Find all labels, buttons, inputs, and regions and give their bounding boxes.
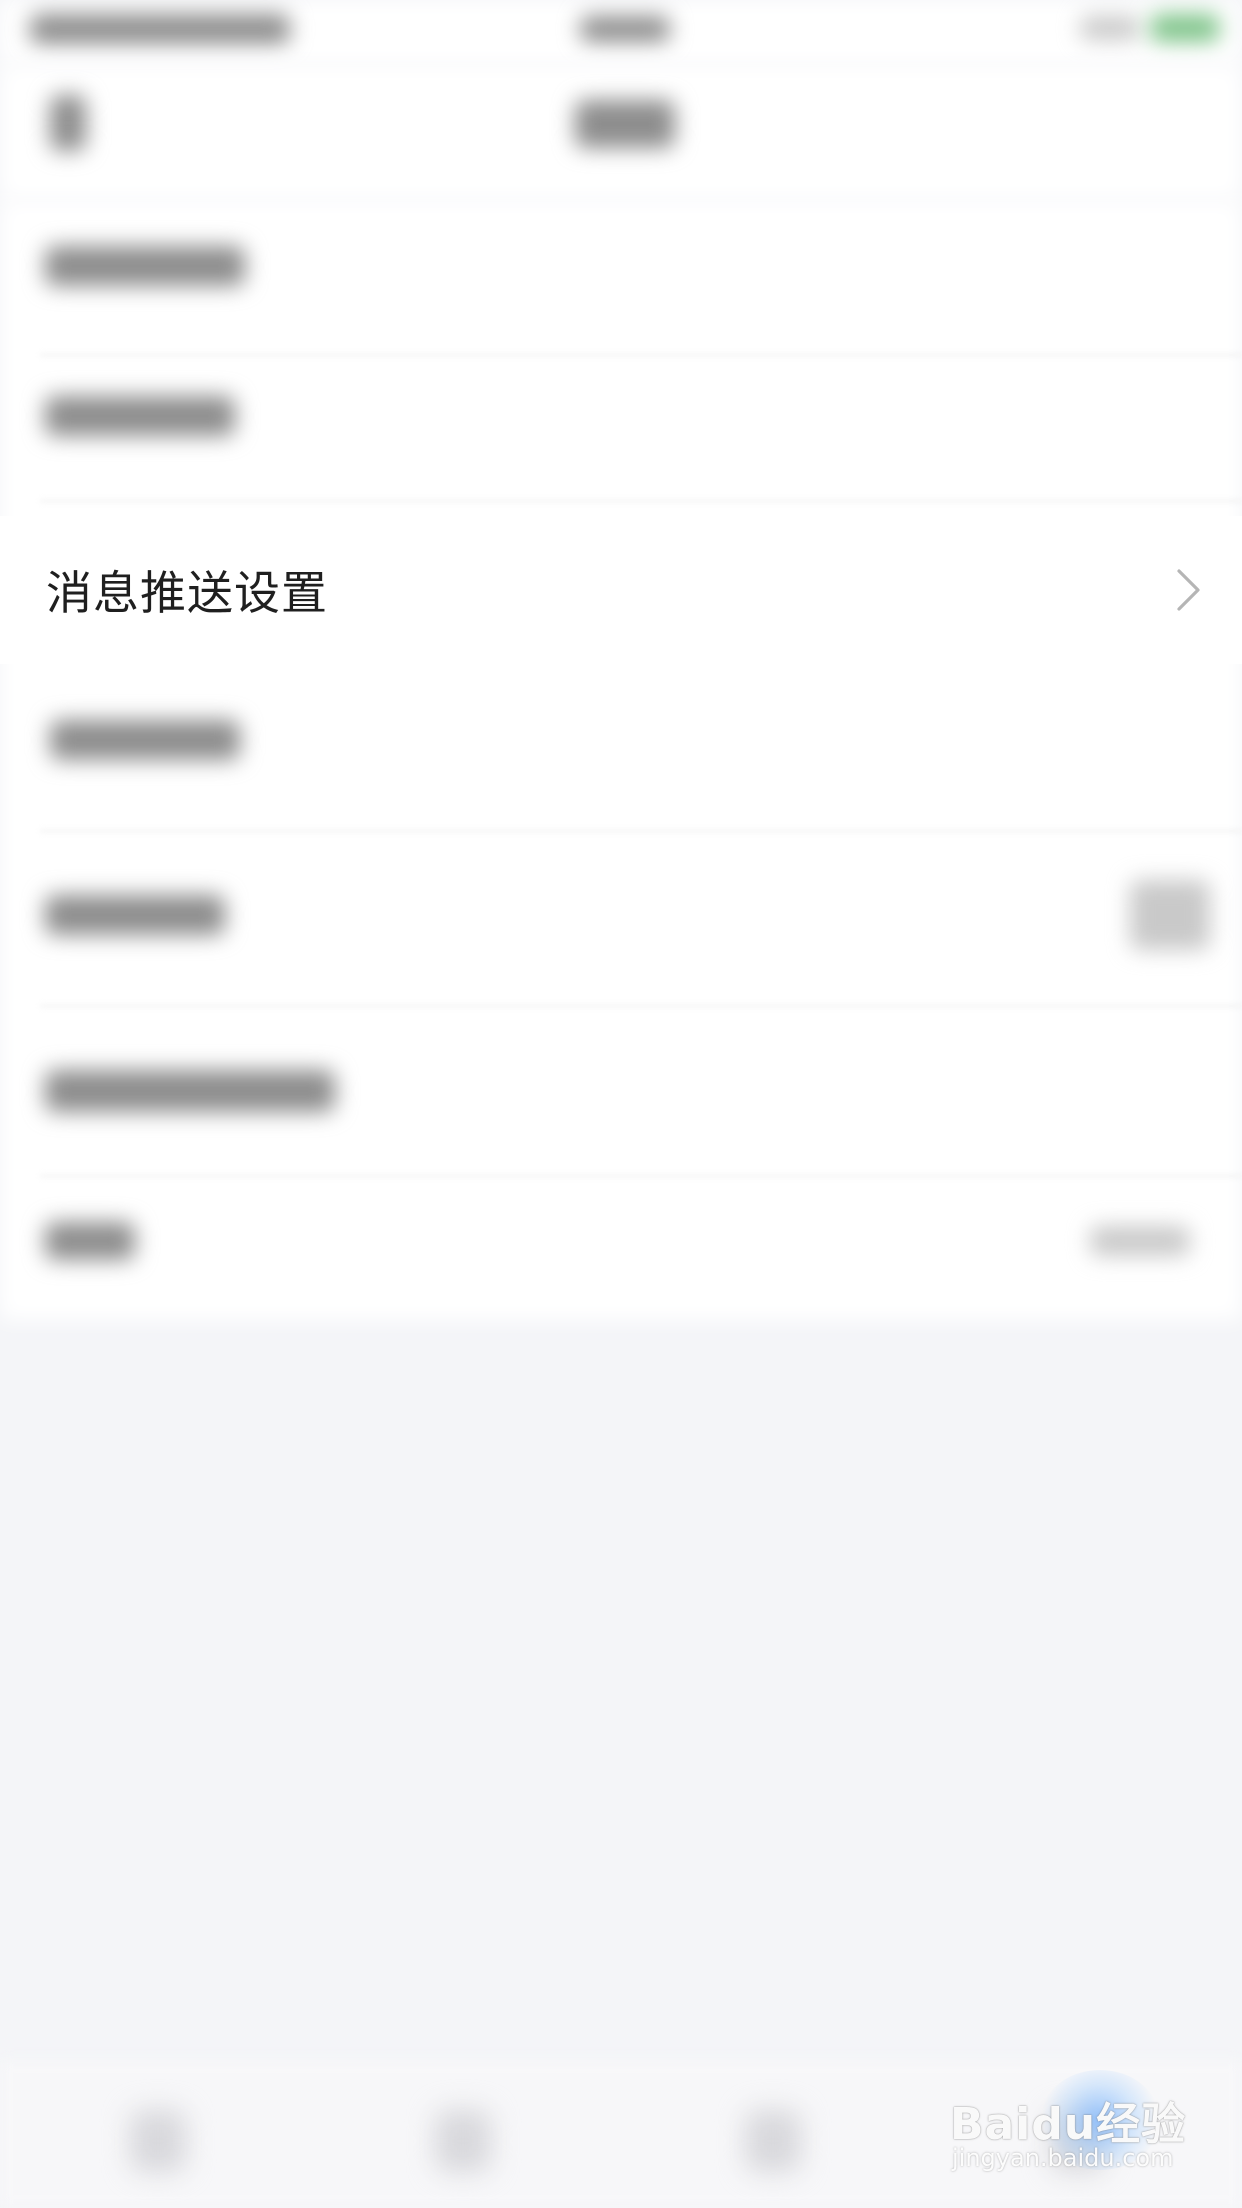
list-item-blurred-6[interactable] <box>45 1070 335 1112</box>
list-item-value-blurred <box>1090 1226 1190 1256</box>
message-push-settings-label: 消息推送设置 <box>46 566 328 620</box>
settings-list <box>0 200 1242 1320</box>
nav-title-blurred <box>575 100 675 148</box>
status-battery-percent-blurred <box>1080 16 1140 40</box>
divider <box>40 1175 1242 1177</box>
list-item-blurred-2[interactable] <box>45 396 235 436</box>
list-item-blurred-7[interactable] <box>45 1222 135 1260</box>
list-item-blurred-1[interactable] <box>45 246 245 286</box>
status-time-blurred <box>580 16 670 42</box>
divider <box>40 500 1242 502</box>
back-icon[interactable] <box>50 95 86 151</box>
list-item-blurred-4[interactable] <box>50 720 240 760</box>
divider <box>40 1005 1242 1007</box>
tab-icon-3[interactable] <box>745 2110 801 2172</box>
watermark-url: jingyan.baidu.com <box>952 2144 1174 2172</box>
status-carrier-blurred <box>30 14 290 44</box>
chevron-right-icon <box>1177 569 1200 611</box>
list-item-accessory-blurred <box>1130 880 1210 950</box>
baidu-jingyan-watermark: Baidu经验 jingyan.baidu.com <box>950 2070 1210 2190</box>
divider <box>40 354 1242 356</box>
list-item-blurred-5[interactable] <box>45 895 225 935</box>
settings-screen: 消息推送设置 Baidu经验 jingyan.baidu.com <box>0 0 1242 2208</box>
battery-icon <box>1150 14 1220 42</box>
divider <box>40 830 1242 832</box>
watermark-brand: Baidu经验 <box>950 2099 1187 2150</box>
tab-icon-1[interactable] <box>130 2110 186 2172</box>
tab-icon-2[interactable] <box>435 2110 491 2172</box>
message-push-settings-row[interactable]: 消息推送设置 <box>0 516 1242 664</box>
